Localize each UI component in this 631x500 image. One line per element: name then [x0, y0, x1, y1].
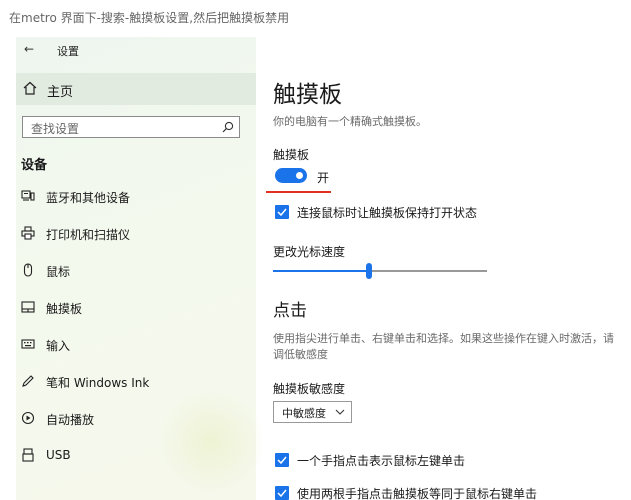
sidebar-item-printers[interactable]: 打印机和扫描仪: [16, 219, 256, 249]
sidebar-item-usb[interactable]: USB: [16, 441, 256, 471]
sensitivity-value: 中敏感度: [282, 407, 326, 420]
sidebar-item-autoplay[interactable]: 自动播放: [16, 404, 256, 434]
section-label-devices: 设备: [21, 158, 48, 173]
touchpad-toggle[interactable]: [275, 168, 307, 183]
search-input[interactable]: 查找设置: [22, 116, 240, 138]
taps-description: 使用指尖进行单击、右键单击和选择。如果这些操作在键入时激活，请调低敏感度: [273, 332, 614, 361]
tap-double-label: 使用两根手指点击触摸板等同于鼠标右键单击: [297, 487, 538, 500]
search-placeholder: 查找设置: [31, 122, 80, 136]
sidebar: ← 设置 主页 查找设置 设备 蓝牙和其他设备 打印机和扫描仪 鼠标 触摸板 输…: [16, 37, 266, 500]
instruction-caption: 在metro 界面下-搜索-触摸板设置,然后把触摸板禁用: [9, 11, 290, 25]
page-title: 触摸板: [273, 82, 342, 108]
toggle-knob: [296, 172, 303, 179]
mouse-icon: [23, 263, 33, 277]
printer-icon: [21, 226, 35, 240]
settings-window: ← 设置 主页 查找设置 设备 蓝牙和其他设备 打印机和扫描仪 鼠标 触摸板 输…: [16, 37, 631, 500]
pen-icon: [22, 375, 34, 387]
taps-heading: 点击: [273, 301, 307, 321]
slider-thumb[interactable]: [366, 263, 372, 279]
touchpad-toggle-label: 触摸板: [273, 148, 310, 162]
checkmark-icon: [277, 456, 287, 465]
sidebar-item-label: 触摸板: [46, 302, 83, 316]
sidebar-item-label: 打印机和扫描仪: [46, 228, 131, 242]
sidebar-item-home[interactable]: 主页: [16, 73, 256, 105]
keyboard-icon: [21, 339, 35, 349]
checkmark-icon: [277, 489, 287, 498]
sidebar-item-label: 自动播放: [46, 413, 95, 427]
slider-fill: [273, 270, 369, 272]
back-arrow-icon[interactable]: ←: [24, 42, 34, 56]
cursor-speed-label: 更改光标速度: [273, 245, 346, 259]
sidebar-item-label: USB: [46, 448, 71, 462]
search-icon[interactable]: [222, 121, 234, 133]
sensitivity-dropdown[interactable]: 中敏感度: [273, 401, 352, 423]
sidebar-item-label: 笔和 Windows Ink: [46, 376, 150, 390]
sensitivity-label: 触摸板敏感度: [273, 382, 346, 396]
sidebar-item-label: 主页: [47, 85, 74, 100]
tap-double-checkbox[interactable]: [275, 486, 289, 500]
sidebar-item-typing[interactable]: 输入: [16, 330, 256, 360]
usb-icon: [22, 448, 34, 462]
bluetooth-devices-icon: [21, 190, 35, 201]
main-content: 触摸板 你的电脑有一个精确式触摸板。 触摸板 开 连接鼠标时让触摸板保持打开状态…: [266, 37, 631, 500]
home-icon: [23, 81, 37, 95]
sidebar-item-label: 鼠标: [46, 265, 71, 279]
sidebar-item-mouse[interactable]: 鼠标: [16, 256, 256, 286]
sidebar-item-touchpad[interactable]: 触摸板: [16, 293, 256, 323]
touchpad-icon: [21, 301, 35, 313]
autoplay-icon: [21, 411, 35, 425]
sidebar-item-label: 输入: [46, 339, 71, 353]
keep-on-label: 连接鼠标时让触摸板保持打开状态: [297, 206, 478, 220]
window-title: 设置: [57, 45, 79, 58]
sidebar-item-pen[interactable]: 笔和 Windows Ink: [16, 367, 256, 397]
keep-on-checkbox[interactable]: [275, 205, 289, 219]
sidebar-item-bluetooth[interactable]: 蓝牙和其他设备: [16, 182, 256, 212]
checkmark-icon: [277, 208, 287, 217]
annotation-underline: [266, 191, 331, 193]
tap-single-checkbox[interactable]: [275, 453, 289, 467]
sidebar-item-label: 蓝牙和其他设备: [46, 191, 131, 205]
toggle-state-text: 开: [317, 171, 330, 185]
page-subtitle: 你的电脑有一个精确式触摸板。: [273, 115, 427, 128]
tap-single-label: 一个手指点击表示鼠标左键单击: [297, 454, 466, 468]
chevron-down-icon: [335, 409, 345, 415]
